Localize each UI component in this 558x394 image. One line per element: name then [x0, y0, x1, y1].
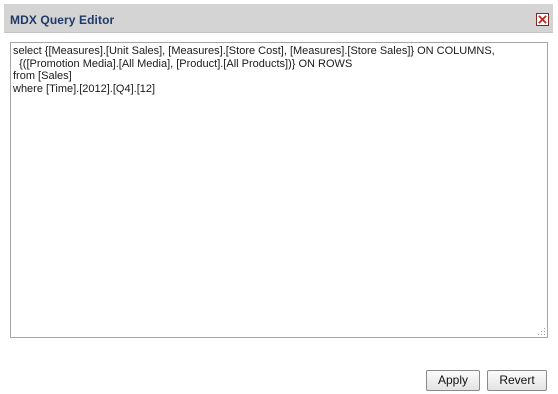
query-editor[interactable]: select {[Measures].[Unit Sales], [Measur… [10, 42, 548, 338]
close-icon [538, 15, 547, 24]
dialog-titlebar[interactable]: MDX Query Editor [4, 4, 553, 33]
resize-grip-icon[interactable] [536, 326, 546, 336]
apply-button[interactable]: Apply [426, 370, 480, 391]
dialog-title: MDX Query Editor [10, 13, 115, 27]
close-button[interactable] [536, 13, 549, 26]
mdx-query-editor-dialog: MDX Query Editor select {[Measures].[Uni… [0, 0, 558, 394]
query-textarea[interactable]: select {[Measures].[Unit Sales], [Measur… [11, 43, 547, 337]
revert-button[interactable]: Revert [487, 370, 547, 391]
